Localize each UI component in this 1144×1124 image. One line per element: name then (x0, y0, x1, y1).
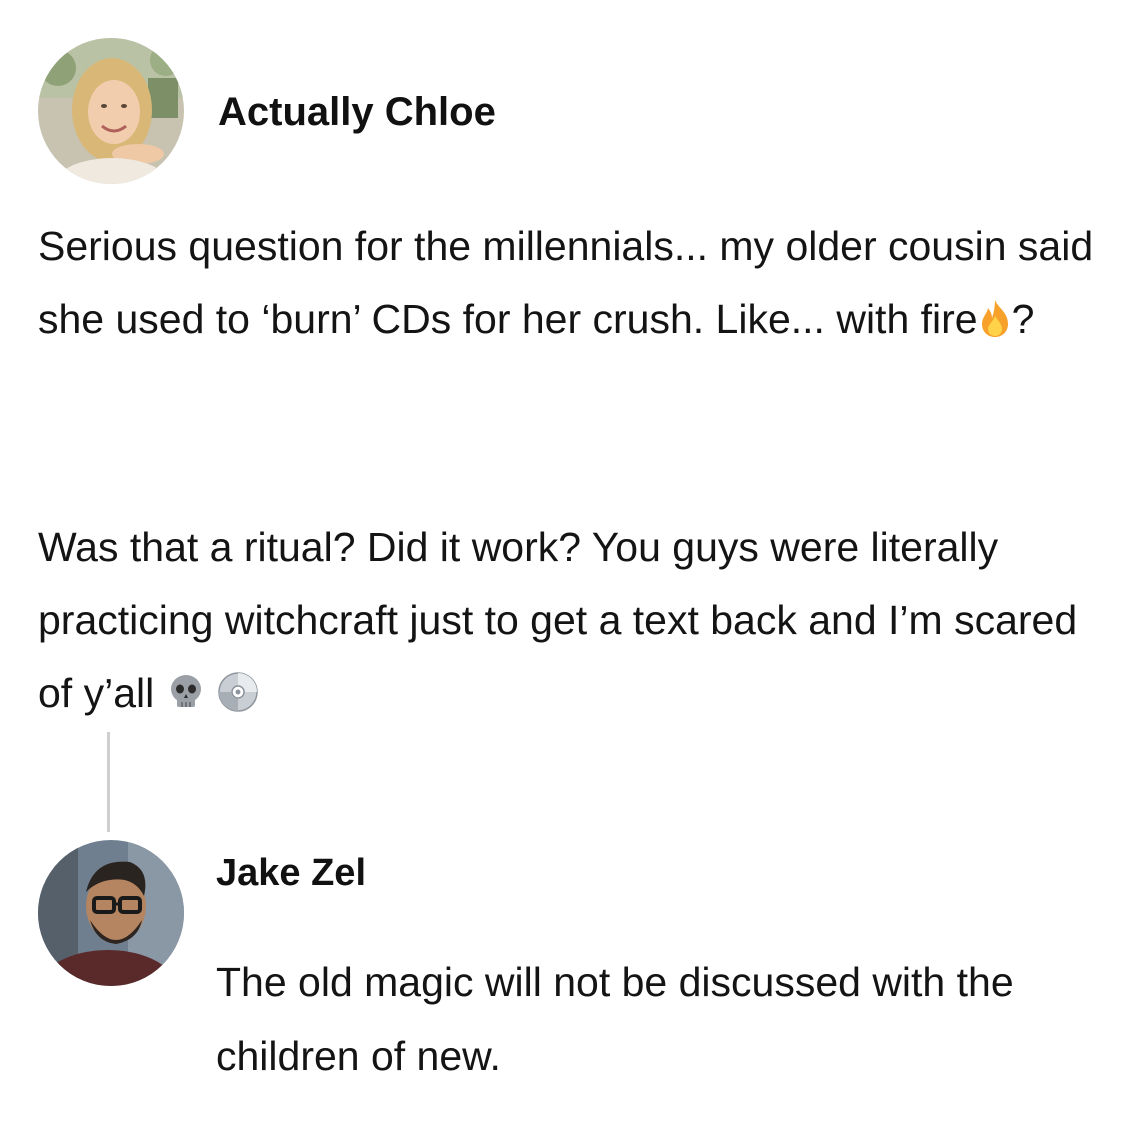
post-card: Actually Chloe Serious question for the … (0, 0, 1144, 1124)
chloe-avatar[interactable] (38, 38, 184, 184)
post-text: Serious question for the millennials... … (38, 223, 1094, 342)
jake-avatar[interactable] (38, 840, 184, 986)
post-text-paragraph-1: Serious question for the millennials... … (38, 210, 1118, 356)
post-text-suffix: ? (1011, 296, 1035, 342)
thread-connector-line (107, 732, 110, 832)
post-author-name[interactable]: Actually Chloe (218, 90, 496, 135)
person-photo-avatar-icon (38, 840, 184, 986)
fire-emoji-icon (978, 298, 1012, 338)
reply-author-name[interactable]: Jake Zel (216, 852, 366, 895)
reply-text-content: The old magic will not be discussed with… (216, 959, 1014, 1079)
post-text-paragraph-2: Was that a ritual? Did it work? You guys… (38, 511, 1118, 730)
skull-emoji-icon (166, 672, 206, 712)
reply-text: The old magic will not be discussed with… (216, 945, 1116, 1093)
person-photo-avatar-icon (38, 38, 184, 184)
cd-disc-emoji-icon (217, 671, 259, 713)
